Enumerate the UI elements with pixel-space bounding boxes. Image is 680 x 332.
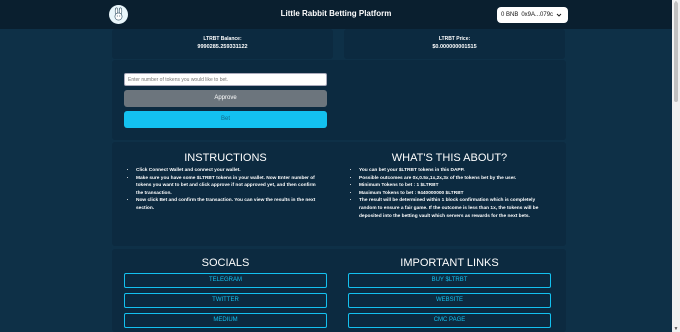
list-item: Maximum Tokens to bet : 9440000000 $LTRB… (359, 190, 551, 198)
price-label: LTRBT Price: (438, 36, 471, 42)
about-title: WHAT'S THIS ABOUT? (391, 152, 508, 164)
bet-button[interactable]: Bet (124, 111, 327, 128)
scroll-down-icon[interactable]: ▼ (673, 326, 679, 332)
list-item: Make sure you have some $LTRBT tokens in… (136, 175, 323, 198)
top-navbar: Little Rabbit Betting Platform 0 BNB 0x9… (0, 0, 672, 29)
wallet-balance: 0 BNB (501, 12, 519, 18)
chevron-down-icon (556, 13, 562, 17)
list-item: Minimum Tokens to bet : 1 $LTRBT (359, 182, 551, 190)
list-item: Click Connect Wallet and connect your wa… (136, 167, 323, 175)
buy-token-link[interactable]: BUY $LTRBT (348, 273, 551, 288)
bet-amount-input[interactable] (124, 73, 327, 86)
price-card: LTRBT Price: $0.000000001515 (344, 29, 565, 59)
website-link[interactable]: WEBSITE (348, 293, 551, 308)
twitter-link[interactable]: TWITTER (124, 293, 327, 308)
app-title: Little Rabbit Betting Platform (280, 9, 392, 18)
important-links-title: IMPORTANT LINKS (400, 257, 499, 269)
list-item: You can bet your $LTRBT tokens in this D… (359, 167, 551, 175)
cmc-page-link[interactable]: CMC PAGE (348, 313, 551, 328)
instructions-title: INSTRUCTIONS (184, 152, 267, 164)
balance-value: 9990285.259331122 (197, 44, 248, 50)
wallet-address: 0x9A...079c (521, 12, 554, 18)
about-list: You can bet your $LTRBT tokens in this D… (351, 167, 551, 220)
balance-card: LTRBT Balance: 9990285.259331122 (112, 29, 333, 59)
list-item: Possible outcomes are 0x,0.5x,1x,2x,3x o… (359, 175, 551, 183)
list-item: Now click Bet and confirm the transactio… (136, 197, 323, 212)
scrollbar-thumb[interactable] (674, 2, 678, 102)
wallet-button[interactable]: 0 BNB 0x9A...079c (497, 7, 568, 23)
telegram-link[interactable]: TELEGRAM (124, 273, 327, 288)
instructions-list: Click Connect Wallet and connect your wa… (128, 167, 323, 213)
page-scrollbar[interactable]: ▲ ▼ (672, 0, 680, 332)
socials-title: SOCIALS (201, 257, 250, 269)
approve-button[interactable]: Approve (124, 90, 327, 107)
balance-label: LTRBT Balance: (203, 36, 242, 42)
price-value: $0.000000001515 (432, 44, 477, 50)
list-item: The result will be determined within 1 b… (359, 197, 551, 220)
medium-link[interactable]: MEDIUM (124, 313, 327, 328)
